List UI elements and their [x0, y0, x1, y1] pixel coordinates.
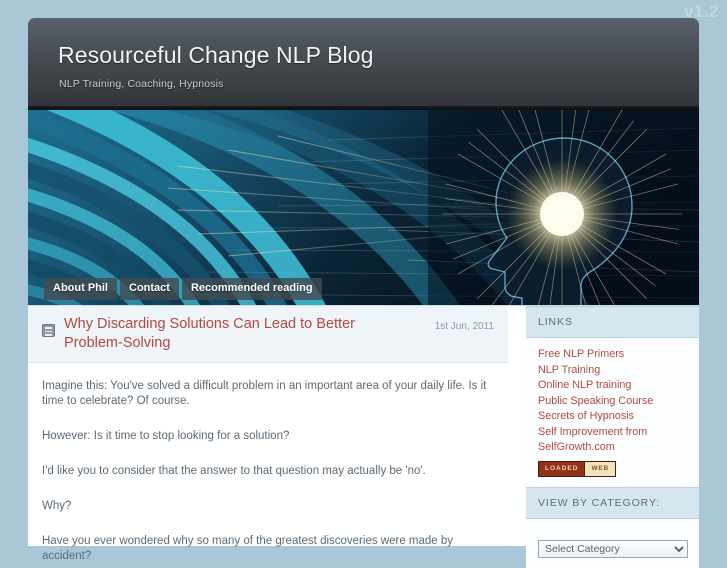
post-header: Why Discarding Solutions Can Lead to Bet…: [28, 306, 508, 363]
post-date: 1st Jun, 2011: [434, 321, 494, 332]
selfgrowth-badge[interactable]: LOADED WEB: [538, 460, 617, 477]
badge-right-label: WEB: [584, 461, 616, 476]
site-header: Resourceful Change NLP Blog NLP Training…: [28, 18, 699, 110]
post-body: Imagine this: You've solved a difficult …: [28, 363, 508, 564]
category-widget-title: VIEW BY CATEGORY:: [526, 486, 699, 519]
primary-navigation[interactable]: About Phil Contact Recommended reading: [44, 278, 322, 300]
article-icon: [42, 324, 55, 337]
banner-image: About Phil Contact Recommended reading: [28, 110, 699, 305]
sidebar: LINKS Free NLP Primers NLP Training Onli…: [526, 306, 699, 568]
site-title: Resourceful Change NLP Blog: [58, 42, 374, 68]
main-column: Why Discarding Solutions Can Lead to Bet…: [28, 306, 508, 562]
list-item[interactable]: Online NLP training: [538, 379, 699, 392]
links-list: Free NLP Primers NLP Training Online NLP…: [538, 348, 699, 454]
banner-artwork: [28, 110, 699, 305]
badge-left-label: LOADED: [539, 461, 585, 476]
site-tagline: NLP Training, Coaching, Hypnosis: [59, 78, 224, 90]
nav-tab-recommended-reading[interactable]: Recommended reading: [181, 278, 322, 300]
links-widget-title: LINKS: [526, 306, 699, 338]
column-gutter: [508, 306, 526, 546]
post-paragraph: I'd like you to consider that the answer…: [42, 465, 426, 477]
list-item[interactable]: Free NLP Primers: [538, 348, 699, 361]
links-widget-body: Free NLP Primers NLP Training Online NLP…: [526, 338, 699, 487]
content-area: Why Discarding Solutions Can Lead to Bet…: [28, 305, 699, 568]
post-paragraph: Imagine this: You've solved a difficult …: [42, 380, 487, 407]
post-paragraph: Have you ever wondered why so many of th…: [42, 535, 454, 562]
post-paragraph: Why?: [42, 500, 72, 512]
list-item[interactable]: SelfGrowth.com: [538, 441, 699, 454]
blog-page: Resourceful Change NLP Blog NLP Training…: [28, 18, 699, 568]
version-watermark: v1.2: [683, 2, 719, 21]
list-item[interactable]: Public Speaking Course: [538, 395, 699, 408]
category-widget-body: Select Category: [526, 518, 699, 568]
post-title-link[interactable]: Why Discarding Solutions Can Lead to Bet…: [64, 315, 409, 353]
list-item[interactable]: Self Improvement from: [538, 426, 699, 439]
category-select[interactable]: Select Category: [538, 539, 688, 558]
nav-tab-contact[interactable]: Contact: [120, 278, 179, 300]
post-paragraph: However: Is it time to stop looking for …: [42, 430, 290, 442]
list-item[interactable]: NLP Training: [538, 364, 699, 377]
nav-tab-about-phil[interactable]: About Phil: [44, 278, 117, 300]
list-item[interactable]: Secrets of Hypnosis: [538, 410, 699, 423]
